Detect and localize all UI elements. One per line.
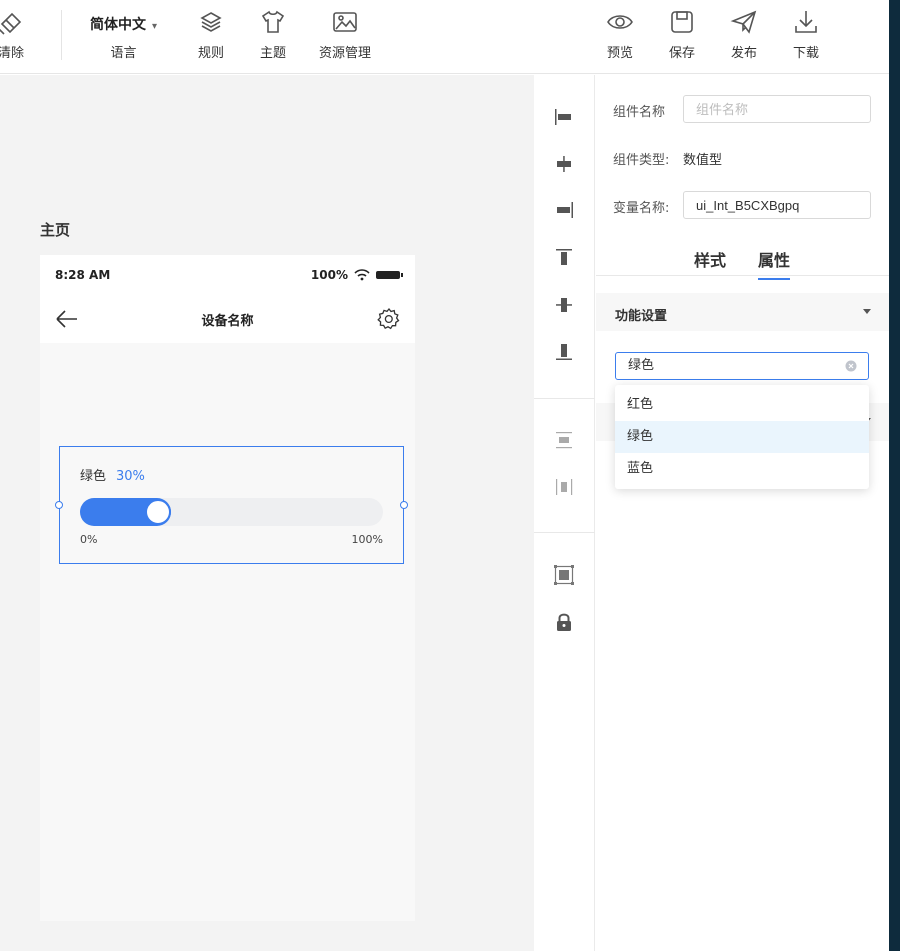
- align-toolbar: [534, 75, 595, 951]
- nav-bar: 设备名称: [40, 295, 415, 343]
- component-type-value: 数值型: [683, 153, 723, 168]
- component-name-input[interactable]: [683, 95, 871, 123]
- slider-percent: 30%: [116, 469, 145, 484]
- component-name-label: 组件名称: [613, 105, 666, 120]
- slider-widget[interactable]: 绿色 30% 0% 100%: [55, 446, 408, 564]
- option-green[interactable]: 绿色: [615, 421, 869, 453]
- phone-preview[interactable]: 8:28 AM 100% 设备名称 绿色 30% 0% 100%: [40, 255, 415, 921]
- align-left-icon[interactable]: [552, 105, 576, 129]
- preview-label: 预览: [606, 46, 633, 61]
- slider-min-label: 0%: [80, 533, 98, 546]
- distribute-vertical-icon[interactable]: [552, 428, 576, 452]
- slider-track[interactable]: [80, 498, 383, 526]
- language-label: 语言: [110, 46, 137, 61]
- clear-circle-icon[interactable]: [845, 360, 857, 372]
- clear-label: 清除: [0, 46, 25, 61]
- download-button[interactable]: 下载: [792, 8, 820, 61]
- status-time: 8:28 AM: [55, 268, 111, 282]
- function-settings-header[interactable]: 功能设置: [596, 293, 889, 331]
- clear-icon: [0, 12, 22, 35]
- nav-title: 设备名称: [201, 313, 254, 329]
- status-bar: 8:28 AM 100%: [40, 255, 415, 295]
- toolbar-divider: [61, 10, 62, 60]
- download-label: 下载: [792, 46, 819, 61]
- save-label: 保存: [668, 46, 695, 61]
- section-title: 功能设置: [615, 309, 668, 324]
- rules-button[interactable]: 规则: [197, 8, 225, 61]
- resize-handle-left[interactable]: [55, 501, 63, 509]
- align-divider: [534, 398, 595, 399]
- option-red[interactable]: 红色: [615, 389, 869, 421]
- image-icon: [333, 12, 357, 32]
- panel-tabs: 样式 属性: [596, 245, 889, 280]
- design-canvas[interactable]: 主页 8:28 AM 100% 设备名称 绿色 30% 0% 100%: [0, 75, 534, 951]
- option-blue[interactable]: 蓝色: [615, 453, 869, 485]
- page-title: 主页: [40, 221, 71, 239]
- tab-properties[interactable]: 属性: [758, 247, 791, 280]
- align-top-icon[interactable]: [552, 246, 576, 270]
- language-value: 简体中文: [90, 17, 146, 33]
- battery-icon: [376, 271, 403, 279]
- property-panel: 组件名称 组件类型: 数值型 变量名称: 样式 属性 功能设置 绿色 红色 绿色…: [596, 75, 889, 951]
- theme-button[interactable]: 主题: [259, 8, 287, 61]
- caret-down-icon: [863, 309, 871, 314]
- tab-style[interactable]: 样式: [694, 247, 726, 271]
- slider-max-label: 100%: [351, 533, 383, 546]
- resources-button[interactable]: 资源管理: [319, 8, 371, 61]
- color-select[interactable]: 绿色: [615, 352, 869, 380]
- gear-icon[interactable]: [377, 307, 401, 331]
- resize-handle-right[interactable]: [400, 501, 408, 509]
- color-dropdown: 红色 绿色 蓝色: [615, 385, 869, 489]
- save-button[interactable]: 保存: [668, 8, 696, 61]
- tshirt-icon: [261, 10, 285, 33]
- slider-label: 绿色: [80, 469, 107, 484]
- wifi-icon: [354, 269, 370, 281]
- language-select[interactable]: 简体中文 ▾ 语言: [90, 8, 157, 61]
- theme-label: 主题: [259, 46, 286, 61]
- align-divider-2: [534, 532, 595, 533]
- clear-button[interactable]: 清除: [0, 8, 24, 61]
- back-arrow-icon[interactable]: [54, 307, 80, 331]
- slider-thumb[interactable]: [145, 499, 171, 525]
- save-icon: [671, 11, 693, 33]
- publish-label: 发布: [730, 46, 757, 61]
- publish-button[interactable]: 发布: [730, 8, 758, 61]
- resources-label: 资源管理: [319, 46, 372, 61]
- send-icon: [730, 10, 757, 34]
- download-icon: [795, 11, 817, 33]
- component-type-label: 组件类型:: [613, 153, 670, 168]
- lock-icon[interactable]: [552, 610, 576, 634]
- align-hcenter-icon[interactable]: [552, 152, 576, 176]
- align-right-icon[interactable]: [552, 198, 576, 222]
- layers-icon: [200, 12, 222, 32]
- group-icon[interactable]: [552, 563, 576, 587]
- variable-name-input[interactable]: [683, 191, 871, 219]
- window-edge: [889, 0, 900, 951]
- align-bottom-icon[interactable]: [552, 339, 576, 363]
- top-toolbar: 清除 简体中文 ▾ 语言 规则 主题 资源管理 预览 保存 发布 下载: [0, 0, 889, 74]
- battery-percent: 100%: [310, 268, 348, 282]
- chevron-down-icon: ▾: [152, 21, 158, 32]
- rules-label: 规则: [197, 46, 224, 61]
- align-vcenter-icon[interactable]: [552, 293, 576, 317]
- color-select-value: 绿色: [628, 358, 655, 373]
- variable-name-label: 变量名称:: [613, 201, 670, 216]
- distribute-horizontal-icon[interactable]: [552, 475, 576, 499]
- preview-button[interactable]: 预览: [606, 8, 634, 61]
- eye-icon: [607, 15, 633, 29]
